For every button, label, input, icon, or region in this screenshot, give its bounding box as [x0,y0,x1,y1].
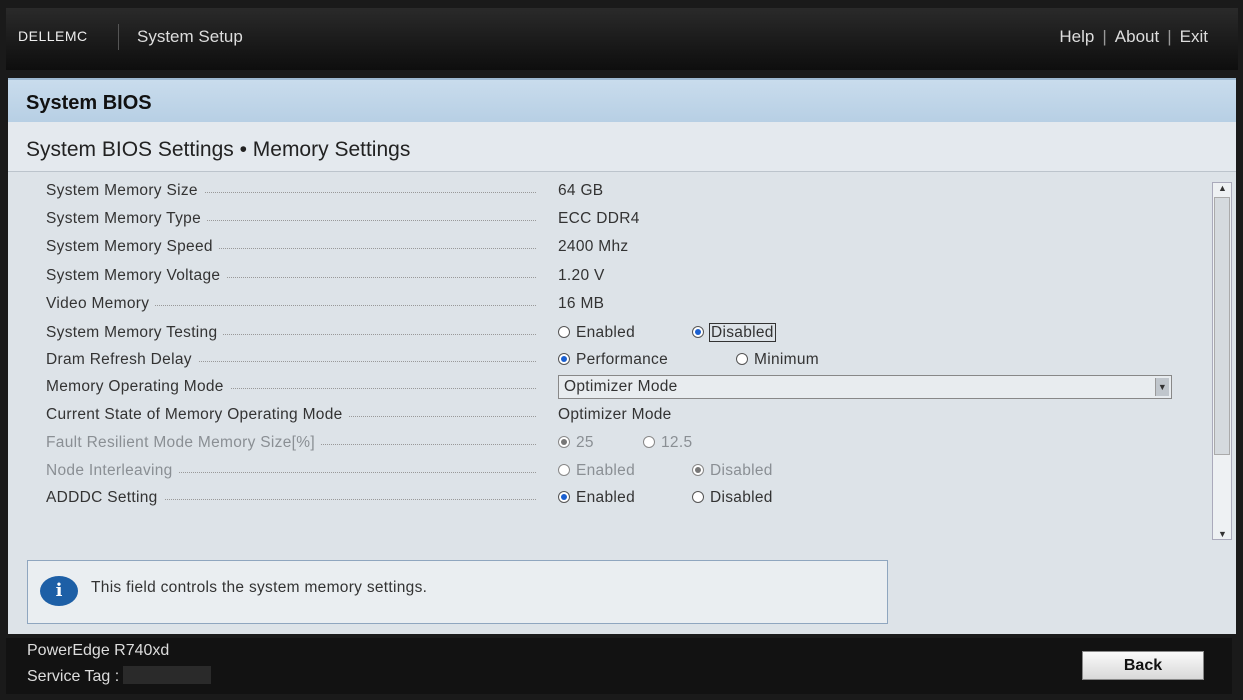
setting-row[interactable]: ADDDC Setting Enabled Disabled [46,489,1206,513]
setting-value: 64 GB [558,182,604,199]
info-icon: i [40,576,78,606]
model-name: PowerEdge R740xd [27,642,170,659]
setting-value: 2400 Mhz [558,238,629,255]
setting-label: Memory Operating Mode [46,378,536,396]
setting-label: System Memory Size [46,182,536,200]
setting-label: Video Memory [46,295,536,313]
setting-row[interactable]: Memory Operating Mode Optimizer Mode ▼ [46,375,1206,402]
memory-operating-mode-select[interactable]: Optimizer Mode ▼ [558,375,1172,399]
setting-row[interactable]: System Memory Testing Enabled Disabled [46,323,1206,348]
radio-option: 12.5 [643,434,692,452]
header-links: Help | About | Exit [1059,27,1208,46]
setting-label: Node Interleaving [46,462,536,480]
scroll-up-icon[interactable]: ▲ [1218,183,1227,193]
radio-unselected-icon[interactable] [736,353,748,365]
chevron-down-icon[interactable]: ▼ [1155,378,1169,396]
scrollbar[interactable]: ▲ ▼ [1212,182,1232,540]
setting-row[interactable]: Current State of Memory Operating Mode Op… [46,406,1206,430]
radio-option: Disabled [692,462,773,480]
setting-value: 1.20 V [558,267,605,284]
breadcrumb: System BIOS Settings • Memory Settings [8,122,1236,172]
setting-label: System Memory Voltage [46,267,536,285]
setting-row[interactable]: Video Memory 16 MB [46,295,1206,319]
setting-row[interactable]: System Memory Size 64 GB [46,182,1206,206]
radio-selected-icon[interactable] [558,353,570,365]
dell-emc-logo: DELLEMC [18,28,88,44]
help-text: This field controls the system memory se… [91,579,428,596]
exit-link[interactable]: Exit [1180,27,1208,46]
service-tag-label: Service Tag : [27,668,120,685]
setting-row[interactable]: Node Interleaving Enabled Disabled [46,462,1206,486]
setting-label: System Memory Testing [46,324,536,342]
back-button[interactable]: Back [1082,651,1204,680]
radio-selected-icon [558,436,570,448]
radio-unselected-icon [643,436,655,448]
setting-label: Fault Resilient Mode Memory Size[%] [46,434,536,452]
radio-selected-icon[interactable] [692,326,704,338]
setting-label: Dram Refresh Delay [46,351,536,369]
main-panel: System BIOS System BIOS Settings • Memor… [8,78,1236,634]
radio-option[interactable]: Enabled [558,324,635,342]
setting-value: ECC DDR4 [558,210,640,227]
about-link[interactable]: About [1115,27,1159,46]
radio-unselected-icon [558,464,570,476]
setting-row[interactable]: Fault Resilient Mode Memory Size[%] 25 12.… [46,434,1206,458]
setting-label: ADDDC Setting [46,489,536,507]
setting-row[interactable]: System Memory Voltage 1.20 V [46,267,1206,291]
footer: PowerEdge R740xd Service Tag : Back [6,638,1232,694]
setting-value: Optimizer Mode [558,406,672,423]
service-tag-value [123,666,212,684]
service-tag: Service Tag : [27,666,212,686]
radio-option: 25 [558,434,594,452]
radio-option[interactable]: Enabled [558,489,635,507]
scroll-down-icon[interactable]: ▼ [1218,529,1227,539]
setting-row[interactable]: System Memory Speed 2400 Mhz [46,238,1206,262]
setting-row[interactable]: System Memory Type ECC DDR4 [46,210,1206,234]
radio-option[interactable]: Disabled [692,489,773,507]
scrollbar-thumb[interactable] [1214,197,1230,455]
radio-unselected-icon[interactable] [692,491,704,503]
radio-option: Enabled [558,462,635,480]
radio-selected-icon [692,464,704,476]
radio-option[interactable]: Disabled [692,323,776,342]
help-info-box: i This field controls the system memory … [27,560,888,624]
divider [118,24,119,50]
setting-label: Current State of Memory Operating Mode [46,406,536,424]
help-link[interactable]: Help [1059,27,1094,46]
setting-label: System Memory Speed [46,238,536,256]
setting-value: 16 MB [558,295,605,312]
radio-selected-icon[interactable] [558,491,570,503]
app-title: System Setup [137,27,243,46]
radio-option[interactable]: Minimum [736,351,819,369]
radio-option[interactable]: Performance [558,351,668,369]
page-title: System BIOS [8,78,1236,122]
top-bar: DELLEMC System Setup Help | About | Exit [6,8,1238,70]
setting-label: System Memory Type [46,210,536,228]
setting-row[interactable]: Dram Refresh Delay Performance Minimum [46,351,1206,375]
radio-unselected-icon[interactable] [558,326,570,338]
